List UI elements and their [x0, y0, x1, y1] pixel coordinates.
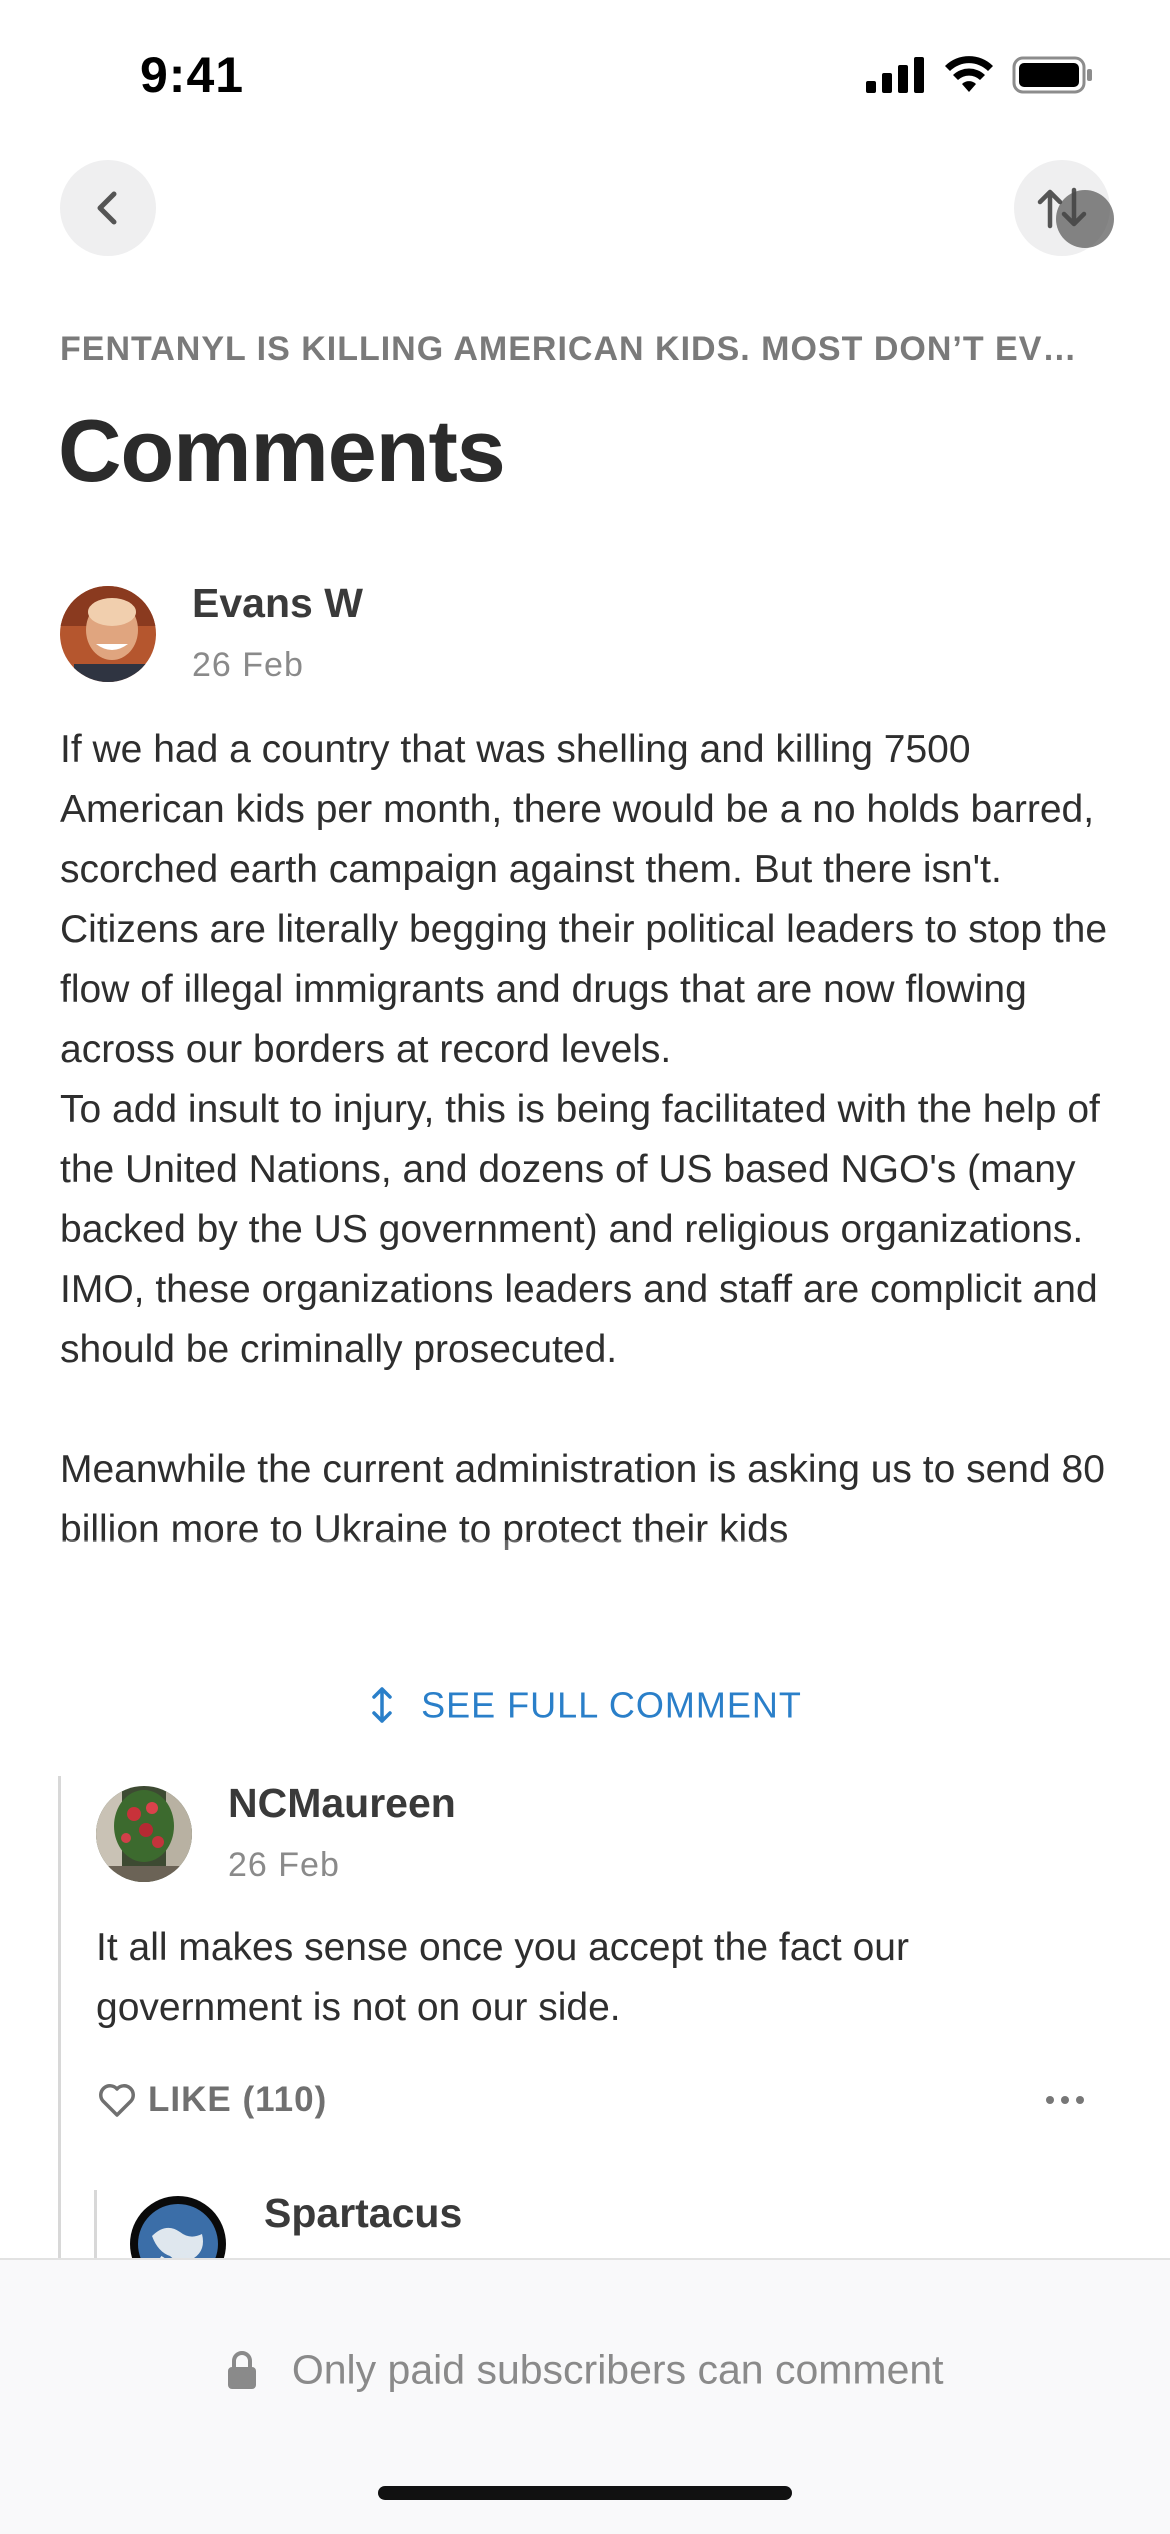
thread-line — [58, 1776, 61, 2260]
chevron-left-icon — [97, 191, 117, 225]
locked-comment-notice: Only paid subscribers can comment — [0, 2344, 1170, 2394]
expand-arrows-icon — [372, 1687, 392, 1724]
touch-indicator — [1056, 190, 1114, 248]
see-full-comment-label: SEE FULL COMMENT — [421, 1684, 802, 1726]
status-time: 9:41 — [140, 47, 245, 103]
comment-fade-overlay — [0, 1540, 1170, 1670]
page-title: Comments — [58, 401, 506, 500]
back-button[interactable] — [60, 160, 156, 256]
comment-author[interactable]: NCMaureen — [228, 1780, 456, 1827]
dot — [1061, 2096, 1069, 2104]
comment-body: If we had a country that was shelling an… — [60, 720, 1110, 1670]
bottom-bar: Only paid subscribers can comment — [0, 2258, 1170, 2534]
see-full-comment-button[interactable]: SEE FULL COMMENT — [0, 1682, 1170, 1726]
comment-author[interactable]: Spartacus — [264, 2190, 462, 2237]
comment-paragraph: Citizens are literally begging their pol… — [60, 908, 1108, 1071]
dot — [1076, 2096, 1084, 2104]
heart-icon — [99, 2084, 135, 2117]
wifi-icon — [945, 56, 993, 92]
comment-paragraph: If we had a country that was shelling an… — [60, 728, 1095, 891]
status-icons — [866, 56, 1094, 94]
thread-line — [94, 2190, 97, 2260]
article-title[interactable]: FENTANYL IS KILLING AMERICAN KIDS. MOST … — [60, 330, 1110, 369]
like-button[interactable]: LIKE (110) — [98, 2080, 327, 2120]
battery-icon — [1012, 56, 1092, 94]
dot — [1046, 2096, 1054, 2104]
status-bar: 9:41 — [0, 0, 1170, 150]
like-label: LIKE (110) — [148, 2080, 328, 2119]
comment-body: It all makes sense once you accept the f… — [96, 1926, 909, 2029]
more-options-button[interactable] — [1046, 2078, 1084, 2122]
locked-message-label: Only paid subscribers can comment — [291, 2346, 944, 2393]
home-indicator[interactable] — [378, 2486, 792, 2500]
lock-icon — [228, 2351, 257, 2390]
avatar[interactable] — [60, 586, 156, 682]
comment-date: 26 Feb — [228, 1846, 340, 1884]
comment-paragraph — [60, 1380, 1110, 1440]
comment-paragraph: To add insult to injury, this is being f… — [60, 1088, 1100, 1371]
comment-author[interactable]: Evans W — [192, 580, 363, 627]
cellular-signal-icon — [866, 57, 924, 93]
avatar[interactable] — [96, 1786, 192, 1882]
comment-date: 26 Feb — [192, 646, 304, 684]
